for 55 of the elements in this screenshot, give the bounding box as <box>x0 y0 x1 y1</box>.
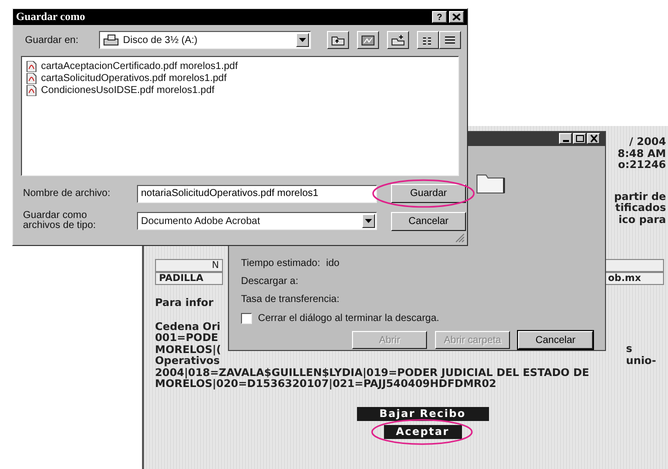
up-folder-icon[interactable] <box>327 31 349 49</box>
dialog-button[interactable]: Cancelar <box>518 331 593 349</box>
dialog-button[interactable]: Guardar <box>391 184 466 203</box>
page-text: tificados <box>615 203 666 214</box>
resize-grip-icon[interactable] <box>455 233 465 243</box>
file-item[interactable]: cartaAceptacionCertificado.pdf morelos1.pdf <box>26 60 454 72</box>
list-view-icon[interactable] <box>417 31 439 49</box>
page-text: MORELOS|020=D1536320107|021=PAJJ540409HDFDMR02 <box>155 379 498 390</box>
page-text: Operativos <box>155 356 220 368</box>
table-cell: ob.mx <box>604 272 664 285</box>
table-cell: PADILLA <box>155 272 223 285</box>
close-icon[interactable] <box>587 133 600 144</box>
checkbox-label[interactable]: Cerrar el diálogo al terminar la descarga. <box>258 313 440 324</box>
page-text: unio- <box>626 356 656 367</box>
help-button[interactable]: ? <box>432 11 447 23</box>
field-label: Tiempo estimado: <box>241 258 320 268</box>
close-icon[interactable] <box>449 11 464 23</box>
field-label: Descargar a: <box>241 276 298 286</box>
field-label: Guardar como archivos de tipo: <box>23 211 97 231</box>
page-text: partir de <box>614 192 666 202</box>
pdf-file-icon <box>26 72 37 84</box>
page-text: MORELOS|( <box>155 344 222 356</box>
page-text: Cedena Ori <box>155 322 222 333</box>
dialog-button[interactable]: Cancelar <box>391 212 466 230</box>
maximize-icon[interactable] <box>573 133 586 144</box>
location-dropdown[interactable]: Disco de 3½ (A:) <box>99 31 311 49</box>
page-text: s <box>626 344 632 356</box>
table-header-cell <box>604 259 664 272</box>
page-text: 2004|018=ZAVALA$GUILLEN$LYDIA|019=PODER JUDICIAL DEL ESTADO DE <box>155 368 590 379</box>
page-text: Para infor <box>155 298 214 310</box>
file-item[interactable]: cartaSolicitudOperativos.pdf morelos1.pdf <box>26 72 454 84</box>
page-text: / 2004 <box>629 137 666 148</box>
checkbox[interactable] <box>241 313 252 324</box>
page-button[interactable]: Aceptar <box>384 424 462 438</box>
pdf-file-icon <box>26 84 37 96</box>
field-label: Guardar en: <box>25 34 80 46</box>
minimize-icon[interactable] <box>559 133 572 144</box>
page-text: 001=PODE <box>155 333 220 344</box>
file-type-dropdown[interactable]: Documento Adobe Acrobat <box>137 212 377 230</box>
new-folder-icon[interactable] <box>387 31 409 49</box>
file-item[interactable]: CondicionesUsoIDSE.pdf morelos1.pdf <box>26 84 454 96</box>
page-text: 8:48 AM <box>618 148 666 160</box>
details-view-icon[interactable] <box>439 31 461 49</box>
floppy-drive-icon <box>103 34 119 46</box>
page-text: o:21246 <box>618 160 666 172</box>
pdf-file-icon <box>26 60 37 72</box>
field-value: ido <box>326 258 340 268</box>
window-title: Guardar como <box>16 11 86 23</box>
table-header-cell: N <box>155 259 223 272</box>
field-label: Nombre de archivo: <box>23 188 112 199</box>
desktop-icon[interactable] <box>357 31 379 49</box>
filename-field[interactable]: notariaSolicitudOperativos.pdf morelos1 <box>137 184 377 202</box>
page-button[interactable]: Bajar Recibo <box>356 406 488 420</box>
page-text: ico para <box>618 214 666 226</box>
field-label: Tasa de transferencia: <box>241 294 340 304</box>
